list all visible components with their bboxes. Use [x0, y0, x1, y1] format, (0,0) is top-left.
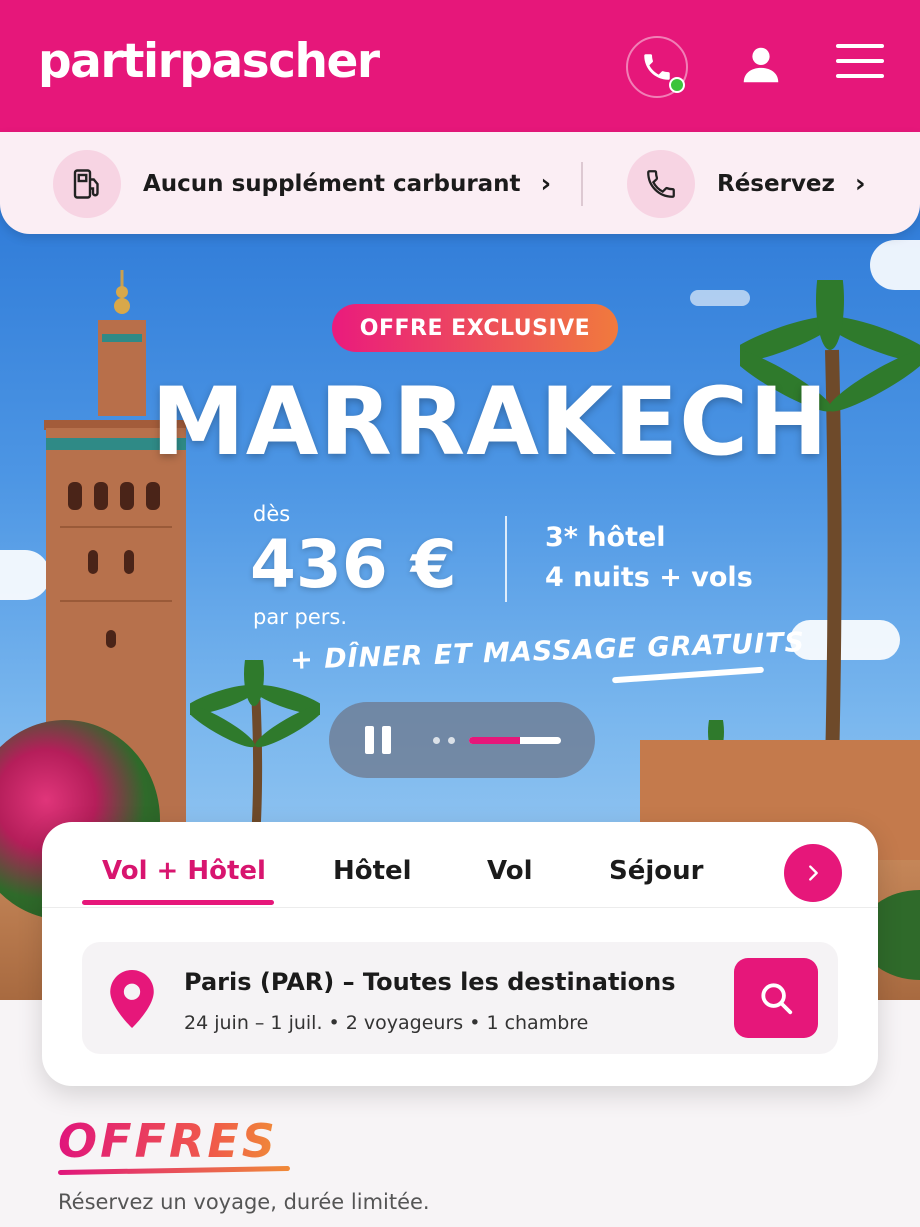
menu-icon — [836, 44, 884, 78]
menu-button[interactable] — [836, 44, 884, 84]
price-value: 436 € — [250, 526, 457, 603]
offers-subtitle: Réservez un voyage, durée limitée. — [58, 1190, 430, 1214]
carousel-dot[interactable] — [433, 737, 440, 744]
book-label: Réservez — [717, 171, 835, 197]
phone-icon-circle — [627, 150, 695, 218]
chevron-right-icon: › — [854, 169, 866, 199]
carousel-dot[interactable] — [448, 737, 455, 744]
search-details: 24 juin – 1 juil. • 2 voyageurs • 1 cham… — [184, 1012, 589, 1034]
call-button[interactable] — [626, 36, 688, 98]
carousel-progress[interactable] — [469, 737, 561, 744]
price-per-person-label: par pers. — [253, 605, 348, 629]
tab-flight[interactable]: Vol — [487, 856, 532, 886]
user-icon — [743, 47, 779, 83]
tabs-next-button[interactable] — [784, 844, 842, 902]
tab-flight-hotel[interactable]: Vol + Hôtel — [102, 856, 266, 886]
product-tabs: Vol + Hôtel Hôtel Vol Séjour — [42, 822, 878, 908]
search-route: Paris (PAR) – Toutes les destinations — [184, 968, 676, 996]
carousel-progress-fill — [469, 737, 520, 744]
search-card: Vol + Hôtel Hôtel Vol Séjour Paris (PAR)… — [42, 822, 878, 1086]
destination-title: MARRAKECH — [151, 368, 829, 477]
location-pin-icon — [110, 970, 154, 1028]
site-logo[interactable]: partirpascher — [38, 34, 380, 89]
search-icon — [761, 983, 793, 1015]
fuel-label: Aucun supplément carburant — [143, 171, 521, 197]
carousel-controls — [329, 702, 595, 778]
tab-stay[interactable]: Séjour — [609, 856, 703, 886]
chevron-right-icon: › — [540, 169, 552, 199]
online-status-dot — [669, 77, 685, 93]
top-header: partirpascher — [0, 0, 920, 132]
offers-heading: OFFRES — [58, 1114, 278, 1168]
carousel-dots — [433, 737, 463, 744]
price-divider — [505, 516, 507, 602]
search-field[interactable]: Paris (PAR) – Toutes les destinations 24… — [82, 942, 838, 1054]
chevron-right-icon — [809, 865, 818, 881]
search-button[interactable] — [734, 958, 818, 1038]
fuel-icon-circle — [53, 150, 121, 218]
info-divider — [581, 162, 583, 206]
book-by-phone-link[interactable]: Réservez › — [627, 150, 866, 218]
fuel-pump-icon — [73, 169, 99, 199]
phone-icon — [647, 170, 675, 198]
pause-button[interactable] — [365, 726, 393, 754]
exclusive-offer-badge: OFFRE EXCLUSIVE — [332, 304, 618, 352]
tab-hotel[interactable]: Hôtel — [333, 856, 412, 886]
hotel-rating-detail: 3* hôtel — [545, 522, 666, 553]
account-button[interactable] — [738, 42, 784, 88]
no-fuel-surcharge-link[interactable]: Aucun supplément carburant › — [53, 150, 551, 218]
price-from-label: dès — [253, 502, 291, 526]
nights-flights-detail: 4 nuits + vols — [545, 562, 753, 593]
info-bar: Aucun supplément carburant › Réservez › — [0, 132, 920, 234]
phone-icon — [644, 54, 670, 80]
active-tab-indicator — [82, 900, 274, 905]
